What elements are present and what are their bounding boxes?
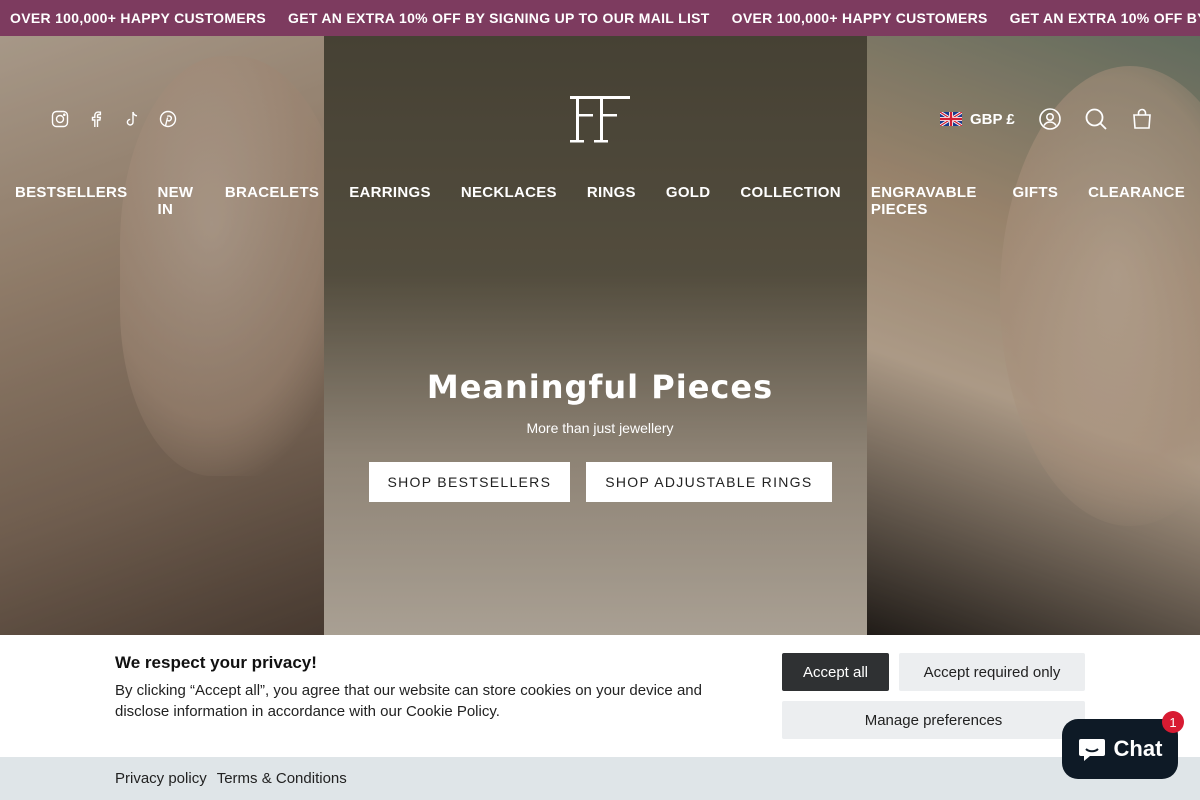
hero-subtitle: More than just jewellery [526, 420, 674, 436]
chat-label: Chat [1113, 736, 1163, 761]
nav-item-rings[interactable]: RINGS [572, 184, 651, 218]
nav-item-gifts[interactable]: GIFTS [997, 184, 1073, 218]
announcement-message: OVER 100,000+ HAPPY CUSTOMERS [10, 10, 267, 26]
header-tools: GBP £ [940, 106, 1155, 132]
privacy-policy-link[interactable]: Privacy policy [115, 770, 207, 787]
manage-preferences-button[interactable]: Manage preferences [782, 701, 1085, 739]
pinterest-icon[interactable] [158, 109, 178, 129]
nav-item-gold[interactable]: GOLD [651, 184, 726, 218]
accept-required-button[interactable]: Accept required only [899, 653, 1085, 691]
main-nav: BESTSELLERS NEW IN BRACELETS EARRINGS NE… [0, 184, 1200, 218]
uk-flag-icon [940, 112, 962, 126]
brand-logo[interactable] [566, 92, 634, 144]
announcement-message: GET AN EXTRA 10% OFF BY SIGNING UP TO OU… [1009, 10, 1200, 26]
nav-item-engravable-pieces[interactable]: ENGRAVABLE PIECES [856, 184, 998, 218]
accept-all-button[interactable]: Accept all [782, 653, 889, 691]
instagram-icon[interactable] [50, 109, 70, 129]
nav-item-new-in[interactable]: NEW IN [142, 184, 209, 218]
currency-selector[interactable]: GBP £ [940, 111, 1015, 128]
announcement-bar: OVER 100,000+ HAPPY CUSTOMERS GET AN EXT… [0, 0, 1200, 36]
social-links [50, 109, 178, 129]
cookie-heading: We respect your privacy! [115, 653, 317, 672]
announcement-message: GET AN EXTRA 10% OFF BY SIGNING UP TO OU… [288, 10, 710, 26]
cookie-text: By clicking “Accept all”, you agree that… [115, 682, 702, 720]
chat-button[interactable]: Chat [1062, 719, 1178, 779]
nav-item-clearance[interactable]: CLEARANCE [1073, 184, 1200, 218]
shop-bestsellers-button[interactable]: SHOP BESTSELLERS [368, 462, 571, 502]
cookie-footer-links: Privacy policy Terms & Conditions [0, 757, 1200, 800]
hero-buttons: SHOP BESTSELLERS SHOP ADJUSTABLE RINGS [0, 462, 1200, 502]
cart-icon[interactable] [1129, 106, 1155, 132]
nav-item-earrings[interactable]: EARRINGS [334, 184, 446, 218]
nav-item-bestsellers[interactable]: BESTSELLERS [0, 184, 142, 218]
shop-adjustable-rings-button[interactable]: SHOP ADJUSTABLE RINGS [586, 462, 832, 502]
nav-item-necklaces[interactable]: NECKLACES [446, 184, 572, 218]
announcement-message: OVER 100,000+ HAPPY CUSTOMERS [731, 10, 988, 26]
chat-icon [1078, 739, 1105, 761]
chat-notification-badge: 1 [1162, 711, 1184, 733]
facebook-icon[interactable] [86, 109, 106, 129]
terms-link[interactable]: Terms & Conditions [217, 770, 347, 787]
nav-item-bracelets[interactable]: BRACELETS [210, 184, 334, 218]
hero-title: Meaningful Pieces [426, 368, 774, 406]
currency-label: GBP £ [970, 110, 1015, 128]
search-icon[interactable] [1083, 106, 1109, 132]
nav-item-collection[interactable]: COLLECTION [725, 184, 856, 218]
tiktok-icon[interactable] [122, 109, 142, 129]
account-icon[interactable] [1037, 106, 1063, 132]
